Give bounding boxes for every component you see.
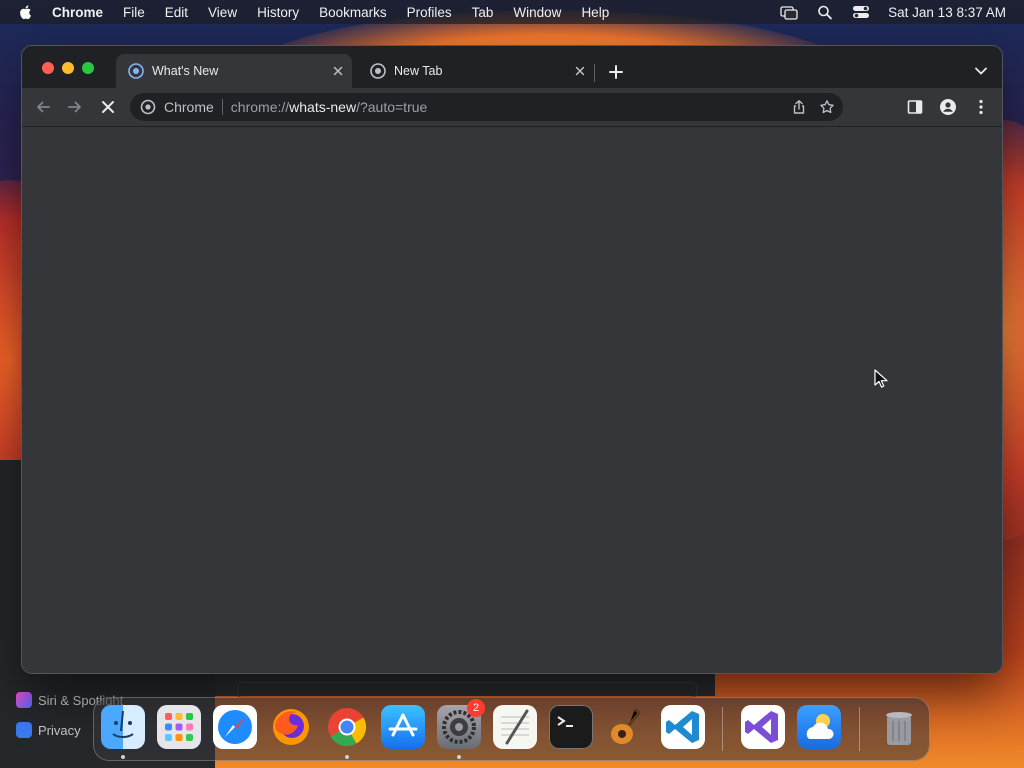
kebab-menu-icon[interactable]	[972, 98, 990, 116]
share-icon[interactable]	[791, 99, 807, 115]
bookmark-star-icon[interactable]	[819, 99, 835, 115]
running-indicator	[345, 755, 349, 759]
siri-icon	[16, 692, 32, 708]
window-close-button[interactable]	[42, 62, 54, 74]
omnibox-divider	[221, 99, 223, 115]
profile-avatar-icon[interactable]	[939, 98, 957, 116]
tab-separator	[594, 64, 595, 82]
weather-icon[interactable]	[797, 705, 841, 749]
mouse-pointer-icon	[874, 369, 888, 388]
close-tab-icon[interactable]	[330, 63, 346, 79]
system-settings-icon[interactable]: 2	[437, 699, 485, 749]
tab-new-tab[interactable]: New Tab	[358, 54, 594, 88]
chrome-icon[interactable]	[325, 705, 369, 749]
url-host: whats-new	[289, 99, 357, 115]
sidebar-item-privacy[interactable]: Privacy	[16, 722, 81, 738]
menu-bookmarks[interactable]: Bookmarks	[319, 5, 387, 20]
menu-bar: Chrome File Edit View History Bookmarks …	[0, 0, 1024, 24]
address-bar[interactable]: Chrome chrome://whats-new/?auto=true	[130, 93, 843, 121]
hand-icon	[16, 722, 32, 738]
url-path: /?auto=true	[356, 99, 428, 115]
dock-separator	[722, 707, 723, 751]
screen-mirroring-icon[interactable]	[780, 4, 798, 20]
visual-studio-icon[interactable]	[741, 705, 785, 749]
tab-title: New Tab	[394, 64, 443, 78]
back-arrow-icon[interactable]	[34, 98, 52, 116]
close-tab-icon[interactable]	[572, 63, 588, 79]
vscode-icon[interactable]	[661, 705, 705, 749]
running-indicator	[121, 755, 125, 759]
garageband-icon[interactable]	[605, 705, 649, 749]
apple-menu-icon[interactable]	[18, 4, 34, 20]
dock-separator	[859, 707, 860, 751]
stop-loading-icon[interactable]	[99, 98, 117, 116]
browser-toolbar: Chrome chrome://whats-new/?auto=true	[22, 88, 1002, 127]
trash-icon[interactable]	[877, 705, 921, 749]
url-scheme: chrome://	[230, 99, 290, 115]
launchpad-icon[interactable]	[157, 705, 201, 749]
menubar-clock[interactable]: Sat Jan 13 8:37 AM	[888, 5, 1006, 20]
menu-history[interactable]: History	[257, 5, 299, 20]
chrome-window: What's New New Tab Chrome chrome:// what…	[22, 46, 1002, 673]
firefox-icon[interactable]	[269, 705, 313, 749]
dock: 2	[93, 697, 930, 761]
side-panel-icon[interactable]	[906, 98, 924, 116]
menu-file[interactable]: File	[123, 5, 145, 20]
menu-edit[interactable]: Edit	[165, 5, 188, 20]
finder-icon[interactable]	[101, 705, 145, 749]
menu-profiles[interactable]: Profiles	[407, 5, 452, 20]
menu-app-chrome[interactable]: Chrome	[52, 5, 103, 20]
page-content-area[interactable]	[22, 127, 1002, 673]
tab-strip: What's New New Tab	[22, 46, 1002, 88]
window-zoom-button[interactable]	[82, 62, 94, 74]
terminal-icon[interactable]	[549, 705, 593, 749]
background-window-strip	[215, 672, 715, 698]
new-tab-plus-icon[interactable]	[606, 62, 626, 82]
window-minimize-button[interactable]	[62, 62, 74, 74]
running-indicator	[457, 755, 461, 759]
chrome-favicon-icon	[370, 63, 386, 79]
control-center-icon[interactable]	[852, 4, 870, 20]
notification-badge: 2	[467, 699, 485, 717]
tab-title: What's New	[152, 64, 219, 78]
menu-window[interactable]: Window	[513, 5, 561, 20]
chrome-logo-icon	[140, 99, 156, 115]
chrome-favicon-icon	[128, 63, 144, 79]
tab-whats-new[interactable]: What's New	[116, 54, 352, 88]
sidebar-item-label: Privacy	[38, 722, 81, 738]
forward-arrow-icon[interactable]	[66, 98, 84, 116]
menu-tab[interactable]: Tab	[472, 5, 494, 20]
app-store-icon[interactable]	[381, 705, 425, 749]
spotlight-search-icon[interactable]	[816, 4, 834, 20]
menu-view[interactable]: View	[208, 5, 237, 20]
textedit-icon[interactable]	[493, 705, 537, 749]
safari-icon[interactable]	[213, 705, 257, 749]
menu-help[interactable]: Help	[581, 5, 609, 20]
tab-search-chevron-down-icon[interactable]	[974, 64, 988, 78]
site-chip-label[interactable]: Chrome	[164, 99, 214, 115]
